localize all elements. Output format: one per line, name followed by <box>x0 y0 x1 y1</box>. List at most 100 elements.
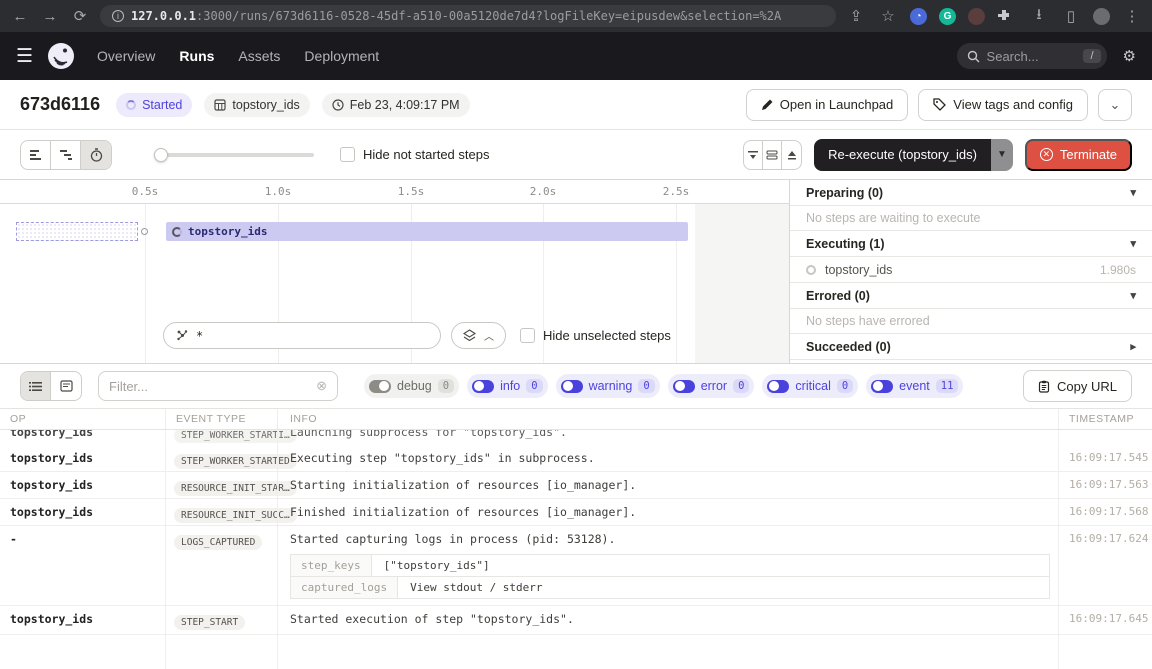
log-structured-view-button[interactable] <box>51 372 81 400</box>
clear-filter-icon[interactable]: ⊗ <box>316 378 327 394</box>
terminate-button[interactable]: ✕ Terminate <box>1025 139 1132 171</box>
metadata-row: step_keys ["topstory_ids"] <box>290 554 1050 577</box>
view-tags-config-button[interactable]: View tags and config <box>918 89 1088 121</box>
metadata-key: step_keys <box>291 555 372 576</box>
table-row-clipped[interactable]: topstory_ids STEP_WORKER_STARTI… Launchi… <box>0 430 1152 445</box>
gantt-waiting-box <box>16 222 138 241</box>
layers-icon <box>463 329 476 342</box>
nav-item-assets[interactable]: Assets <box>238 48 280 64</box>
bookmark-star-icon[interactable]: ☆ <box>878 7 898 25</box>
address-bar[interactable]: i 127.0.0.1:3000/runs/673d6116-0528-45df… <box>100 5 836 27</box>
level-count: 11 <box>936 379 959 393</box>
nav-item-overview[interactable]: Overview <box>97 48 155 64</box>
toggle-icon <box>767 380 789 393</box>
step-selection-input[interactable] <box>196 329 428 343</box>
level-toggle-info[interactable]: info 0 <box>467 374 547 398</box>
panel-section-errored[interactable]: Errored (0)▾ <box>790 283 1152 309</box>
zoom-reset-button[interactable] <box>763 141 782 169</box>
copy-url-button[interactable]: Copy URL <box>1023 370 1132 402</box>
slider-knob[interactable] <box>154 148 168 162</box>
log-filter-input-wrap[interactable]: ⊗ <box>98 371 338 401</box>
extension-darkreader-icon[interactable] <box>968 8 985 25</box>
open-in-launchpad-button[interactable]: Open in Launchpad <box>746 89 908 121</box>
log-toolbar: ⊗ debug 0 info 0 warning 0 error 0 criti… <box>0 364 1152 408</box>
axis-tick: 2.0s <box>530 185 557 198</box>
structured-view-icon <box>60 380 73 392</box>
nav-menu-icon[interactable]: ☰ <box>16 45 33 68</box>
level-toggle-error[interactable]: error 0 <box>668 374 755 398</box>
toggle-icon <box>472 380 494 393</box>
collapse-icon <box>747 149 759 161</box>
toggle-icon <box>673 380 695 393</box>
zoom-out-button[interactable] <box>744 141 763 169</box>
timed-view-button[interactable] <box>81 141 111 169</box>
job-grid-icon <box>214 99 226 111</box>
hide-unselected-control[interactable]: Hide unselected steps <box>520 328 671 343</box>
level-count: 0 <box>638 379 654 393</box>
nav-item-runs[interactable]: Runs <box>179 48 214 64</box>
panel-section-executing[interactable]: Executing (1)▾ <box>790 231 1152 257</box>
run-start-time: Feb 23, 4:09:17 PM <box>322 93 470 117</box>
table-row-logs-captured[interactable]: - LOGS_CAPTURED Started capturing logs i… <box>0 526 1152 606</box>
forward-icon[interactable]: → <box>40 8 60 25</box>
table-empty-space <box>0 635 1152 669</box>
level-toggle-warning[interactable]: warning 0 <box>556 374 660 398</box>
level-toggle-debug[interactable]: debug 0 <box>364 374 459 398</box>
run-actions-caret-button[interactable]: ⌄ <box>1098 89 1132 121</box>
chevron-up-icon: ︿ <box>484 328 494 343</box>
level-toggle-critical[interactable]: critical 0 <box>762 374 858 398</box>
executing-step-row[interactable]: topstory_ids 1.980s <box>790 257 1152 283</box>
waterfall-view-button[interactable] <box>51 141 81 169</box>
table-row[interactable]: topstory_ids STEP_START Started executio… <box>0 606 1152 635</box>
browser-menu-icon[interactable]: ⋮ <box>1122 7 1142 25</box>
reexecute-caret-button[interactable]: ▼ <box>991 139 1013 171</box>
waterfall-icon <box>59 149 73 161</box>
gantt-step-bar[interactable]: topstory_ids <box>166 222 688 241</box>
search-shortcut-key: / <box>1083 49 1100 63</box>
job-tag[interactable]: topstory_ids <box>204 93 309 117</box>
dagster-logo[interactable] <box>47 42 75 70</box>
chevron-down-icon: ⌄ <box>1110 97 1121 113</box>
graph-layers-button[interactable]: ︿ <box>451 322 506 349</box>
log-filter-input[interactable] <box>109 379 310 394</box>
share-icon[interactable]: ⇪ <box>846 7 866 25</box>
extensions-puzzle-icon[interactable] <box>997 9 1017 23</box>
zoom-slider[interactable] <box>154 148 314 162</box>
hide-unselected-checkbox[interactable] <box>520 328 535 343</box>
gantt-toolbar: Hide not started steps Re-execute (topst… <box>0 130 1152 180</box>
time-axis: 0.5s 1.0s 1.5s 2.0s 2.5s <box>0 180 789 204</box>
settings-gear-icon[interactable]: ⚙ <box>1123 47 1136 65</box>
rows-icon <box>766 149 778 161</box>
flat-view-button[interactable] <box>21 141 51 169</box>
search-placeholder: Search... <box>987 49 1077 64</box>
reexecute-button[interactable]: Re-execute (topstory_ids) <box>814 139 991 171</box>
nav-item-deployment[interactable]: Deployment <box>304 48 379 64</box>
zoom-in-button[interactable] <box>782 141 801 169</box>
hide-not-started-control[interactable]: Hide not started steps <box>340 147 489 162</box>
pencil-icon <box>761 99 773 111</box>
profile-avatar[interactable] <box>1093 8 1110 25</box>
global-search[interactable]: Search... / <box>957 43 1107 69</box>
sidepanel-icon[interactable]: ▯ <box>1061 7 1081 25</box>
level-toggle-event[interactable]: event 11 <box>866 374 963 398</box>
table-row[interactable]: topstory_ids STEP_WORKER_STARTED Executi… <box>0 445 1152 472</box>
hide-not-started-checkbox[interactable] <box>340 147 355 162</box>
step-spinner-icon <box>806 265 816 275</box>
panel-section-succeeded[interactable]: Succeeded (0)▸ <box>790 334 1152 360</box>
tag-icon <box>933 98 946 111</box>
table-row[interactable]: topstory_ids RESOURCE_INIT_STAR… Startin… <box>0 472 1152 499</box>
table-row[interactable]: topstory_ids RESOURCE_INIT_SUCC… Finishe… <box>0 499 1152 526</box>
gantt-connector-dot <box>141 228 148 235</box>
site-info-icon[interactable]: i <box>112 10 124 22</box>
panel-section-preparing[interactable]: Preparing (0)▾ <box>790 180 1152 206</box>
extension-1password-icon[interactable]: ◔ <box>910 8 927 25</box>
axis-tick: 0.5s <box>132 185 159 198</box>
preparing-empty-text: No steps are waiting to execute <box>790 206 1152 231</box>
back-icon[interactable]: ← <box>10 8 30 25</box>
extension-grammarly-icon[interactable]: G <box>939 8 956 25</box>
log-list-view-button[interactable] <box>21 372 51 400</box>
view-stdout-stderr-link[interactable]: View stdout / stderr <box>398 577 554 598</box>
step-selection-input-wrap[interactable] <box>163 322 441 349</box>
downloads-icon[interactable]: ⭳ <box>1029 4 1049 29</box>
reload-icon[interactable]: ⟳ <box>70 7 90 25</box>
